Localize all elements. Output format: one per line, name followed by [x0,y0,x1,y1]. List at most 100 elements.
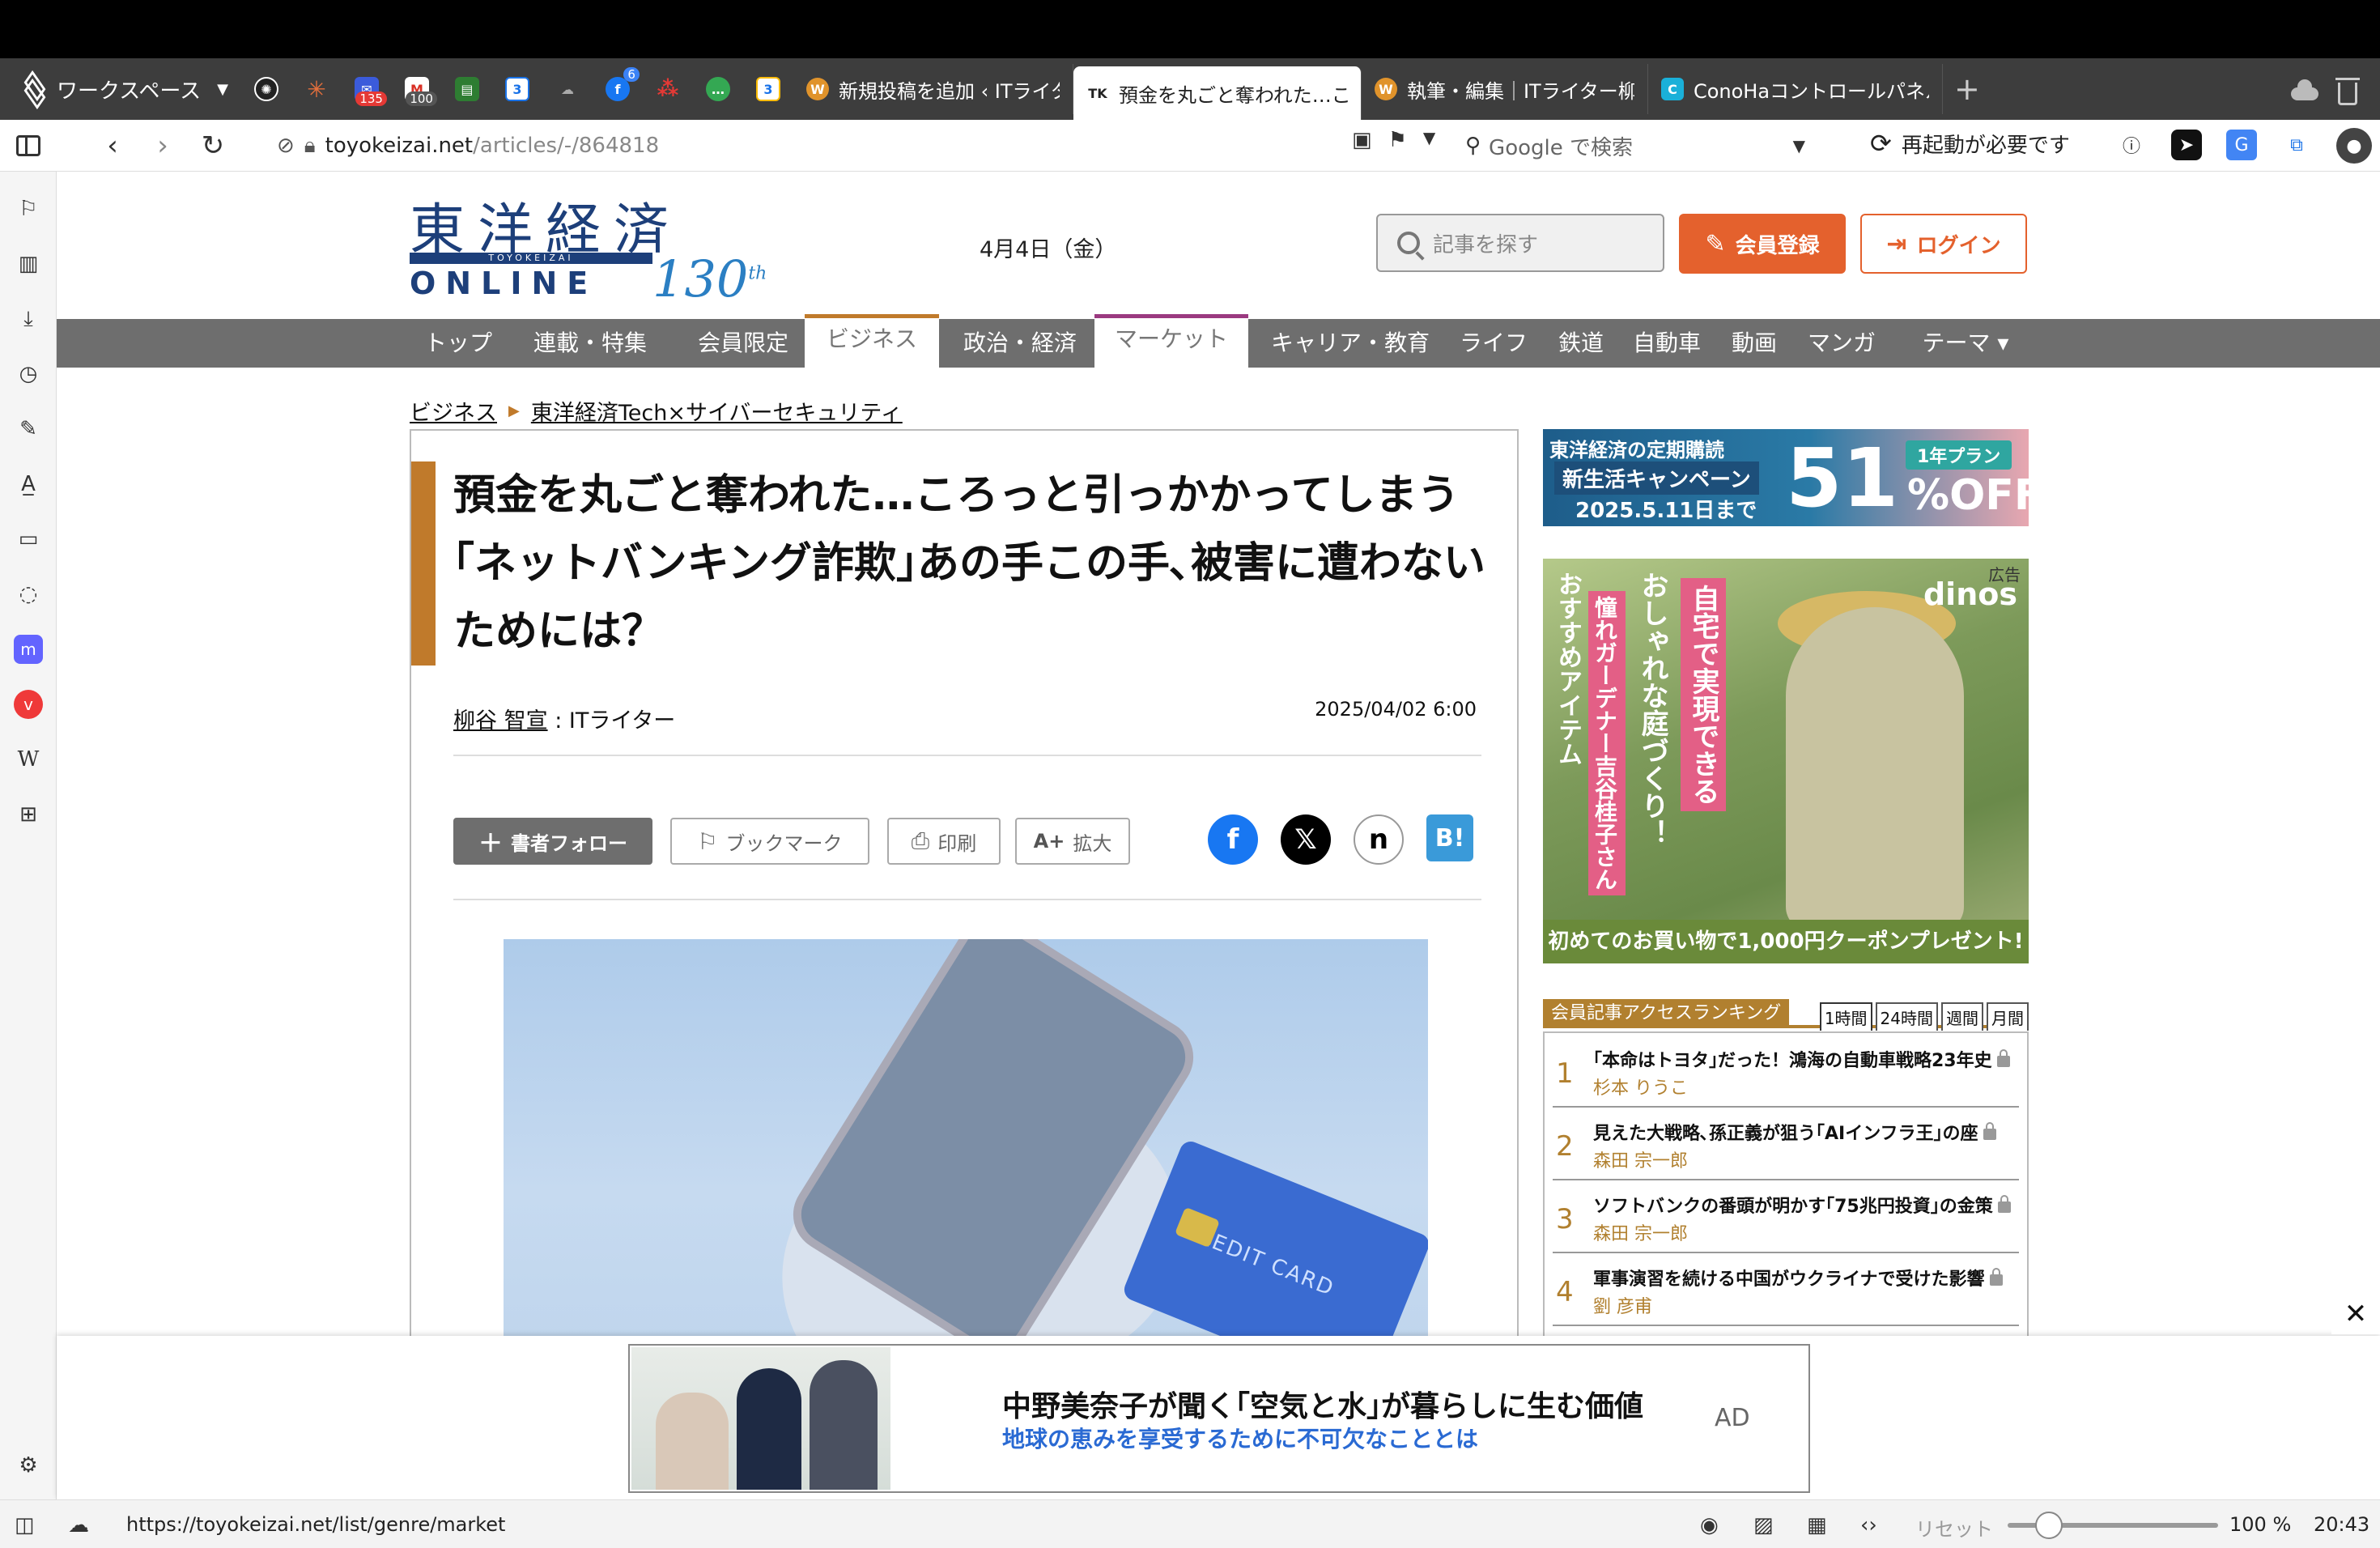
register-button[interactable]: ✎ 会員登録 [1679,214,1846,274]
nav-career[interactable]: キャリア・教育 [1255,319,1446,368]
cloud-sync-icon[interactable] [2291,79,2318,100]
zoom-slider-handle[interactable] [2035,1512,2063,1539]
pinned-tab-claude[interactable]: ✳ [291,64,342,114]
window-icon[interactable]: ▭ [14,525,43,554]
nav-life[interactable]: ライフ [1449,319,1538,368]
forward-button[interactable]: › [138,121,188,171]
bookmark-icon[interactable]: ⚑ [1388,128,1407,152]
url-field[interactable]: ⊘ 🔒︎ toyokeizai.net/articles/-/864818 [277,125,1426,167]
pinned-tab-facebook[interactable]: f6 [593,64,643,114]
ranking-item[interactable]: 1 ｢本命はトヨタ｣だった！鴻海の自動車戦略23年史 杉本 りうこ [1553,1036,2019,1108]
tab-conoha[interactable]: C ConoHaコントロールパネル [1648,64,1943,114]
extension-translate-icon[interactable]: G [2226,130,2257,160]
back-button[interactable]: ‹ [87,121,138,171]
camera-icon[interactable]: ◉ [1700,1513,1719,1537]
chat-bubble-icon[interactable]: ◌ [14,580,43,609]
new-tab-button[interactable]: + [1954,71,1980,107]
translate-icon[interactable]: A̲ [14,470,43,499]
ranking-item[interactable]: 4 軍事演習を続ける中国がウクライナで受けた影響 劉 彦甫 [1553,1255,2019,1326]
nav-series[interactable]: 連載・特集 [515,319,665,368]
close-ad-button[interactable]: ✕ [2331,1294,2380,1334]
pinned-tab-books[interactable]: ▤ [442,64,492,114]
cloud-icon[interactable]: ☁ [68,1513,89,1537]
pinned-tab-messages[interactable]: … [693,64,743,114]
code-icon[interactable]: ‹› [1860,1513,1877,1537]
bookmark-button[interactable]: ⚐ ブックマーク [670,818,869,865]
x-share-icon[interactable]: 𝕏 [1281,814,1331,865]
trash-icon[interactable] [2335,78,2360,105]
zoom-label: 拡大 [1073,831,1112,855]
mastodon-icon[interactable]: m [14,635,43,664]
history-icon[interactable]: ◷ [14,359,43,389]
nav-top[interactable]: トップ [410,319,507,368]
sidebar-toggle-button[interactable] [3,121,53,171]
article-search-input[interactable]: 記事を探す [1376,214,1664,272]
zoom-level: 100 % [2229,1513,2292,1536]
wikipedia-icon[interactable]: W [14,745,43,774]
tiling-icon[interactable]: ▦ [1807,1513,1827,1537]
zoom-reset-button[interactable]: リセット [1915,1513,1993,1542]
breadcrumb-business[interactable]: ビジネス [410,395,497,427]
extension-puzzle-icon[interactable]: ⧉ [2281,130,2312,160]
nav-video[interactable]: 動画 [1718,319,1791,368]
subscription-promo-banner[interactable]: 東洋経済の定期購読 新生活キャンペーン 2025.5.11日まで 51 1年プラ… [1543,429,2029,526]
print-button[interactable]: ⎙ 印刷 [887,818,1001,865]
zoom-text-button[interactable]: A+ 拡大 [1015,818,1130,865]
nav-manga[interactable]: マンガ [1797,319,1886,368]
hatena-bookmark-icon[interactable]: B! [1426,814,1473,861]
pinned-tab-chatgpt[interactable]: ✺ [241,64,291,114]
nav-politics-economy[interactable]: 政治・経済 [947,319,1093,368]
pinned-tab-calendar[interactable]: 3 [492,64,542,114]
login-button[interactable]: ⇥ ログイン [1860,214,2027,274]
nav-auto[interactable]: 自動車 [1622,319,1711,368]
add-panel-icon[interactable]: ⊞ [14,800,43,829]
follow-author-button[interactable]: ＋ 書者フォロー [453,818,652,865]
pinned-tab-gmail[interactable]: M 100 [392,64,442,114]
ranking-tab-24h[interactable]: 24時間 [1875,1002,1938,1031]
author-name-link[interactable]: 柳谷 智宣 [453,708,548,734]
ad-creative[interactable]: 中野美奈子が聞く｢空気と水｣が暮らしに生む価値 地球の恵みを享受するために不可欠… [628,1344,1810,1493]
restart-icon: ⟳ [1870,128,1892,159]
facebook-share-icon[interactable]: f [1208,814,1258,865]
ranking-list: 1 ｢本命はトヨタ｣だった！鴻海の自動車戦略23年史 杉本 りうこ 2 見えた大… [1543,1031,2029,1339]
note-share-icon[interactable]: n [1354,814,1404,865]
ranking-tab-month[interactable]: 月間 [1987,1002,2029,1031]
extension-send-icon[interactable]: ➤ [2171,130,2202,160]
ranking-item[interactable]: 2 見えた大戦略､孫正義が狙う｢AIインフラ王｣の座 森田 宗一郎 [1553,1109,2019,1180]
print-label: 印刷 [937,831,977,855]
ranking-tab-1h[interactable]: 1時間 [1819,1002,1872,1031]
reading-list-icon[interactable]: ▥ [14,249,43,279]
rss-icon[interactable]: ▣ [1352,128,1372,152]
nav-theme[interactable]: テーマ ▾ [1893,319,2038,368]
panel-toggle-icon[interactable]: ◫ [15,1513,35,1537]
dinos-ad-banner[interactable]: 広告 dinos 自宅で実現できる おしゃれな庭づくり！ 憧れガーデナー吉谷桂子… [1543,559,2029,963]
download-icon[interactable]: ⤓ [14,304,43,334]
pinned-tab-cluster[interactable]: ⁂ [643,64,693,114]
nav-railway[interactable]: 鉄道 [1546,319,1616,368]
bookmark-panel-icon[interactable]: ⚐ [14,194,43,223]
workspace-selector[interactable]: ワークスペース ▼ [0,58,241,120]
pinned-tab-mail[interactable]: ✉ 135 [342,64,392,114]
image-icon[interactable]: ▨ [1753,1513,1774,1537]
tab-wordpress-edit[interactable]: W 執筆・編集｜ITライター柳 [1362,64,1648,114]
site-logo[interactable]: 東洋経済 TOYOKEIZAI ONLINE 130th [410,185,782,314]
extension-info-icon[interactable]: ⓘ [2116,130,2147,160]
tab-wordpress-new-post[interactable]: W 新規投稿を追加 ‹ ITライター [793,64,1073,114]
tab-toyokeizai-article[interactable]: TK 預金を丸ごと奪われた…こ [1073,66,1362,120]
nav-business[interactable]: ビジネス [805,314,939,368]
restart-notice[interactable]: ⟳ 再起動が必要です [1870,128,2070,159]
breadcrumb-tech-security[interactable]: 東洋経済Tech×サイバーセキュリティ [531,395,903,427]
pinned-tab-cloud[interactable]: ☁ [542,64,593,114]
ranking-item[interactable]: 3 ソフトバンクの番頭が明かす｢75兆円投資｣の金策 森田 宗一郎 [1553,1182,2019,1253]
profile-avatar[interactable]: ● [2336,128,2372,164]
chevron-down-icon[interactable]: ▼ [1423,128,1435,152]
vivaldi-icon[interactable]: v [14,690,43,719]
notes-icon[interactable]: ✎ [14,415,43,444]
search-engine-field[interactable]: ⚲ Google で検索 ▼ [1465,126,1805,165]
reload-button[interactable]: ↻ [188,121,238,171]
ranking-tab-week[interactable]: 週間 [1941,1002,1983,1031]
settings-gear-icon[interactable]: ⚙ [14,1451,43,1480]
pinned-tab-calendar-2[interactable]: 3 [743,64,793,114]
nav-members[interactable]: 会員限定 [674,319,813,368]
nav-market[interactable]: マーケット [1094,314,1248,368]
